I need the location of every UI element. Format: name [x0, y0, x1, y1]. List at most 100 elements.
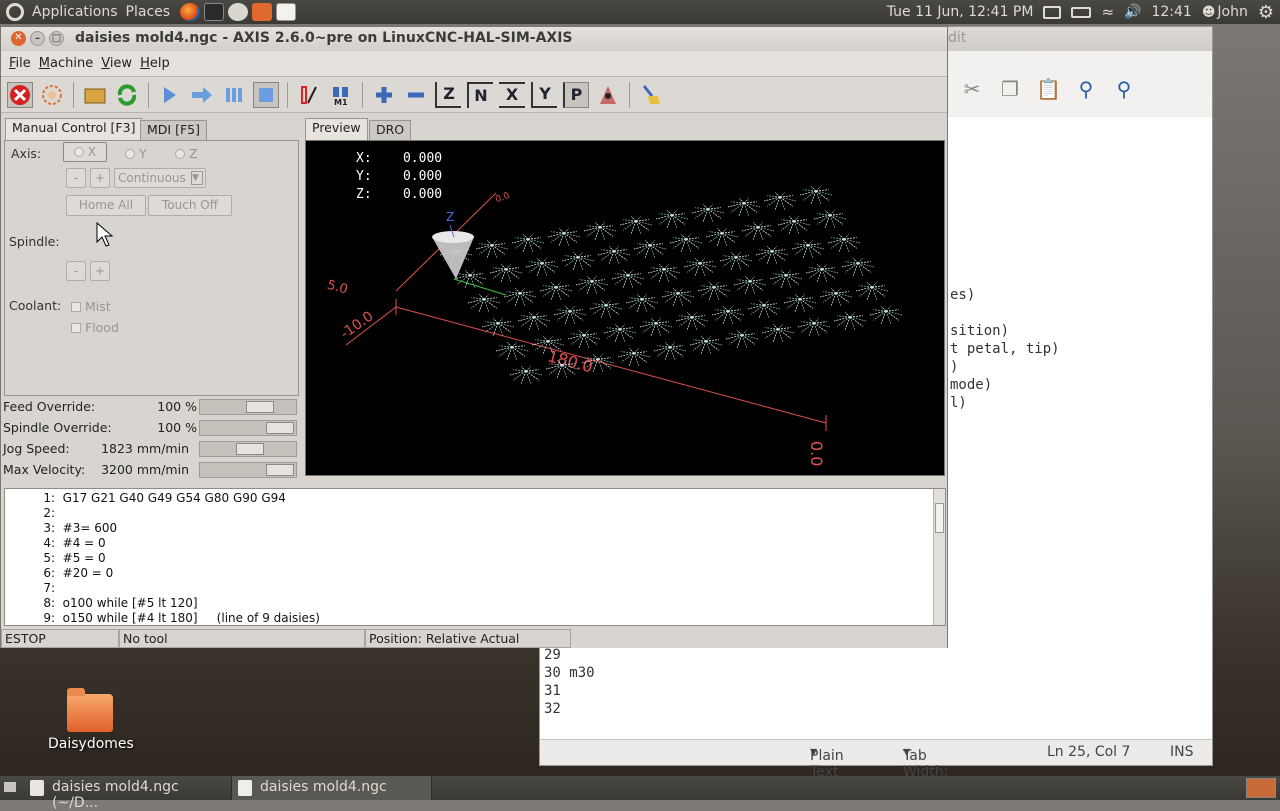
spindle-minus-button[interactable]: - [66, 261, 86, 281]
ubuntu-logo-icon[interactable] [6, 3, 24, 21]
svg-text:M1: M1 [334, 98, 348, 106]
desktop-folder[interactable]: Daisydomes [48, 688, 134, 752]
menu-view[interactable]: View [97, 56, 136, 71]
open-file-button[interactable] [82, 82, 108, 108]
jog-mode-select[interactable]: Continuous ▼ [114, 168, 206, 188]
feed-override-row: Feed Override: 100 % [1, 397, 299, 417]
copy-icon[interactable]: ❐ [998, 77, 1022, 101]
stop-button[interactable] [253, 81, 279, 108]
home-all-button[interactable]: Home All [66, 195, 146, 216]
scrollbar-thumb[interactable] [935, 503, 944, 533]
tab-mdi[interactable]: MDI [F5] [140, 120, 207, 140]
jog-speed-slider[interactable] [199, 441, 297, 457]
taskbar-gedit[interactable]: daisies mold4.ngc (~/D... [24, 776, 232, 811]
spindle-override-slider[interactable] [199, 420, 297, 436]
tab-dro[interactable]: DRO [369, 120, 412, 140]
axis-window[interactable]: ✕ – □ daisies mold4.ngc - AXIS 2.6.0~pre… [0, 26, 948, 648]
slider-knob[interactable] [236, 443, 264, 455]
slider-knob[interactable] [266, 422, 294, 434]
block-delete-button[interactable] [296, 82, 322, 108]
axis-radio-x[interactable]: X [63, 142, 107, 162]
gcode-line-text: o100 while [#5 lt 120] [62, 596, 198, 610]
cut-icon[interactable]: ✂ [960, 77, 984, 101]
step-button[interactable] [189, 82, 215, 108]
feed-override-value: 100 % [157, 399, 197, 414]
view-z2-label: N [474, 86, 488, 105]
applications-menu[interactable]: Applications [32, 4, 118, 20]
gcode-line-text: #4 = 0 [62, 536, 106, 550]
tab-width-selector[interactable]: Tab Width: 8 ▾ [903, 744, 948, 796]
gear-icon[interactable]: ⚙ [1258, 2, 1274, 23]
menu-machine[interactable]: Machine [35, 56, 97, 71]
gcode-scrollbar[interactable] [933, 489, 945, 625]
terminal-icon[interactable] [204, 3, 225, 21]
rotate-view-button[interactable] [595, 82, 621, 108]
language-selector[interactable]: Plain Text ▾ [810, 744, 844, 780]
taskbar-axis[interactable]: daisies mold4.ngc [232, 776, 432, 800]
gcode-line-number: 3: [43, 521, 55, 535]
menu-file[interactable]: File [5, 56, 35, 71]
places-menu[interactable]: Places [126, 4, 171, 20]
spindle-plus-button[interactable]: + [90, 261, 110, 281]
view-z-button[interactable]: Z [435, 81, 461, 108]
touch-off-button[interactable]: Touch Off [148, 195, 232, 216]
reload-button[interactable] [114, 82, 140, 108]
flood-checkbox[interactable]: Flood [71, 320, 119, 335]
axis-titlebar[interactable]: ✕ – □ daisies mold4.ngc - AXIS 2.6.0~pre… [1, 27, 947, 51]
search-replace-icon[interactable]: ⚲ [1112, 77, 1136, 101]
user-name[interactable]: John [1217, 4, 1247, 20]
menu-help[interactable]: Help [136, 56, 174, 71]
zoom-out-button[interactable] [403, 82, 429, 108]
dim-top-label: 0.0 [494, 191, 511, 205]
firefox-icon[interactable] [180, 3, 201, 21]
view-p-button[interactable]: P [563, 81, 589, 108]
mail-icon[interactable] [228, 3, 249, 21]
feed-override-slider[interactable] [199, 399, 297, 415]
preview-canvas[interactable]: X: 0.000 Y: 0.000 Z: 0.000 180.0 0.0 -10… [305, 140, 945, 476]
user-icon[interactable]: ☻ [1202, 5, 1216, 20]
gcode-line: 9: o150 while [#4 lt 180] (line of 9 dai… [5, 611, 320, 625]
slider-knob[interactable] [266, 464, 294, 476]
view-y-button[interactable]: Y [531, 81, 557, 108]
wifi-icon[interactable]: ≈ [1101, 3, 1114, 21]
close-icon[interactable]: ✕ [11, 31, 26, 46]
view-x-button[interactable]: X [499, 81, 525, 108]
rotate-icon [600, 85, 616, 104]
view-z2-button[interactable]: N [467, 81, 493, 108]
volume-icon[interactable]: 🔊 [1124, 4, 1141, 20]
paste-icon[interactable]: 📋 [1036, 77, 1061, 101]
gedit-statusbar: Plain Text ▾ Tab Width: 8 ▾ Ln 25, Col 7… [540, 739, 1212, 796]
search-icon[interactable]: ⚲ [1074, 77, 1098, 101]
axis-radio-y[interactable]: Y [125, 146, 147, 161]
desktop-folder-label: Daisydomes [48, 736, 134, 752]
machine-power-button[interactable] [39, 82, 65, 108]
view-x-label: X [505, 85, 519, 104]
home-folder-icon[interactable] [252, 3, 273, 21]
axis-radio-z[interactable]: Z [175, 146, 198, 161]
tab-preview[interactable]: Preview [305, 118, 368, 140]
minimize-icon[interactable]: – [30, 31, 45, 46]
text-editor-icon[interactable] [276, 3, 297, 21]
workspace-switcher-icon[interactable] [1246, 778, 1276, 798]
slider-knob[interactable] [246, 401, 274, 413]
battery-icon[interactable] [1071, 6, 1092, 18]
maximize-icon[interactable]: □ [49, 31, 64, 46]
gcode-line-text: #3= 600 [62, 521, 118, 535]
jog-minus-button[interactable]: - [66, 168, 86, 188]
envelope-icon[interactable] [1043, 5, 1062, 19]
show-desktop-icon[interactable] [4, 782, 16, 792]
clock-label[interactable]: 12:41 [1151, 4, 1191, 20]
datetime-label[interactable]: Tue 11 Jun, 12:41 PM [887, 4, 1034, 20]
gcode-listing[interactable]: 1: G17 G21 G40 G49 G54 G80 G90 G94 2: 3:… [4, 488, 946, 626]
tab-manual-control[interactable]: Manual Control [F3] [5, 118, 143, 140]
pause-button[interactable] [221, 82, 247, 108]
jog-plus-button[interactable]: + [90, 168, 110, 188]
max-velocity-slider[interactable] [199, 462, 297, 478]
estop-button[interactable] [7, 81, 33, 108]
run-button[interactable] [157, 82, 183, 108]
clear-backplot-button[interactable] [638, 82, 664, 108]
gcode-line-text: #20 = 0 [62, 566, 114, 580]
optional-stop-button[interactable]: M1 [328, 82, 354, 108]
mist-checkbox[interactable]: Mist [71, 299, 111, 314]
zoom-in-button[interactable] [371, 82, 397, 108]
